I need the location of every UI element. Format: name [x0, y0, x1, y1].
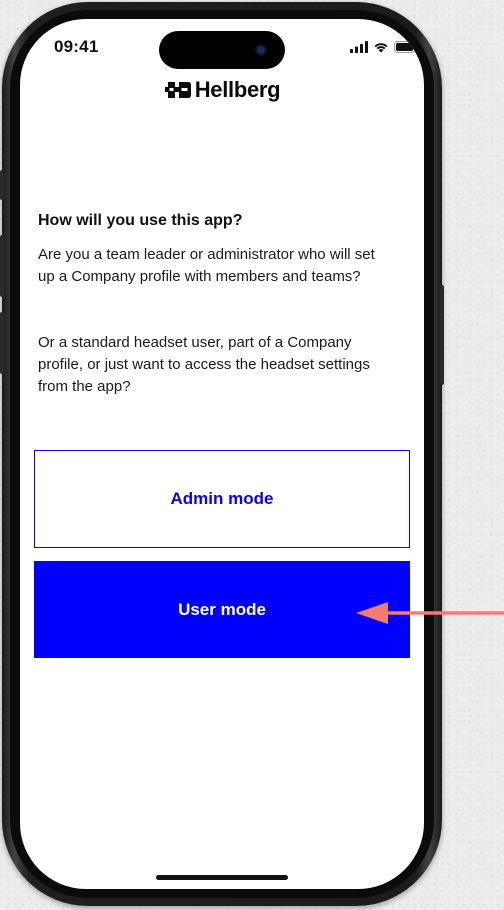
- home-indicator: [156, 875, 288, 880]
- cellular-signal-icon: [350, 41, 368, 53]
- power-button: [440, 285, 444, 385]
- battery-icon: [394, 41, 418, 53]
- front-camera: [255, 44, 267, 56]
- admin-mode-button[interactable]: Admin mode: [34, 450, 410, 548]
- wifi-icon: [374, 43, 388, 53]
- annotation-arrow-icon: [356, 602, 504, 624]
- status-time: 09:41: [54, 37, 99, 56]
- brand-logo: Hellberg: [20, 77, 424, 103]
- brand-name: Hellberg: [194, 77, 281, 102]
- app-screen: 09:41 Hellberg How will you use this app…: [20, 19, 424, 889]
- volume-up-button: [0, 235, 4, 297]
- status-icons: [350, 41, 418, 53]
- action-button: [0, 170, 4, 200]
- onboarding-heading: How will you use this app?: [38, 212, 243, 229]
- admin-description: Are you a team leader or administrator w…: [38, 246, 375, 285]
- user-description: Or a standard headset user, part of a Co…: [38, 334, 370, 395]
- dynamic-island: [159, 31, 285, 69]
- hellberg-logo-icon: [164, 82, 191, 98]
- volume-down-button: [0, 312, 4, 374]
